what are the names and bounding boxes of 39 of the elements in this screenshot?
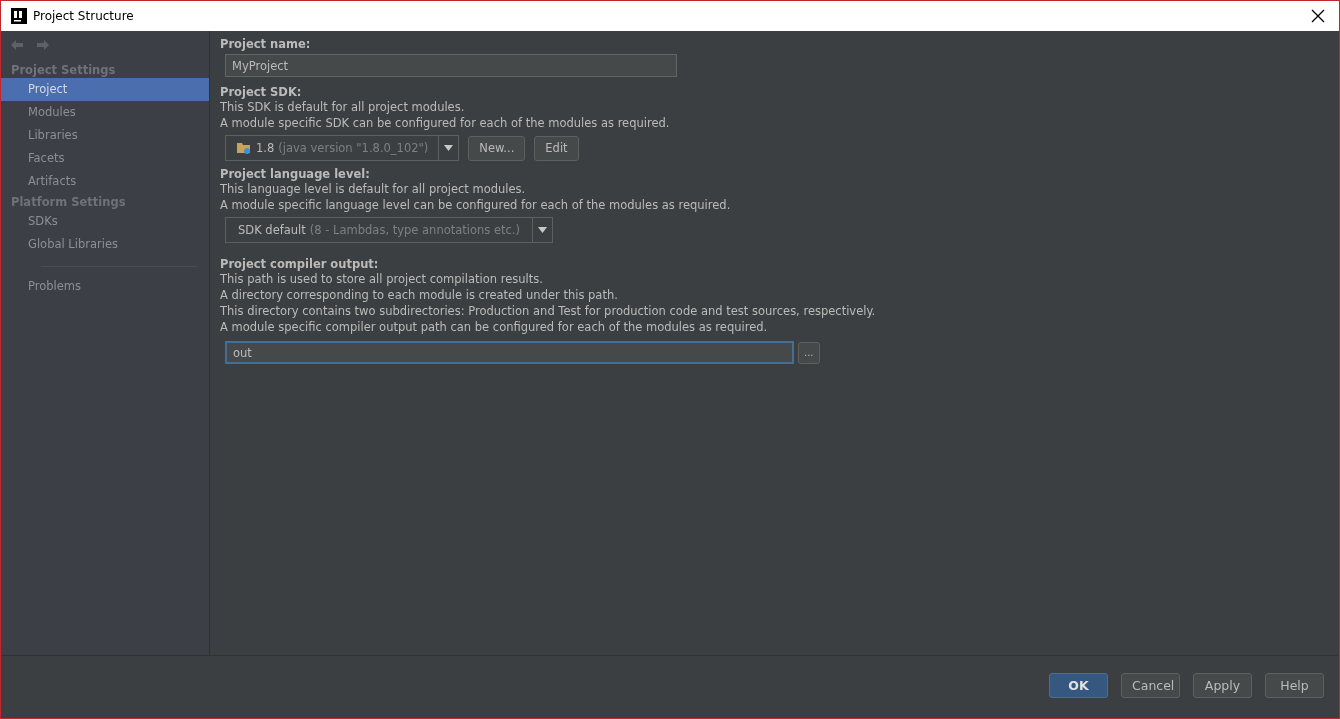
description-text: This SDK is default for all project modules. (220, 99, 466, 115)
field-label: Project name: (220, 37, 312, 51)
field-label: Project compiler output: (220, 257, 380, 271)
dialog-button[interactable]: Apply (1193, 672, 1252, 698)
sidebar-item[interactable]: Facets (1, 147, 209, 170)
sdk-dropdown[interactable]: 1.8 (java version "1.8.0_102") (225, 135, 460, 161)
dropdown-arrow-icon (538, 227, 547, 233)
description-text: This directory contains two subdirectories: Production and Test for production code and test sources, respectively. (220, 303, 877, 319)
description-text: A directory corresponding to each module is created under this path. (220, 287, 619, 303)
sidebar-item[interactable]: Project (1, 78, 209, 101)
close-icon[interactable] (1311, 9, 1325, 23)
sidebar-item[interactable]: Artifacts (1, 170, 209, 193)
browse-button[interactable]: ... (798, 341, 820, 364)
dialog-button[interactable]: Help (1265, 672, 1324, 698)
sdk-button[interactable]: New... (468, 135, 526, 161)
description-text: This path is used to store all project compilation results. (220, 271, 544, 287)
dropdown-arrow-icon (444, 145, 454, 151)
dialog-button[interactable]: OK (1049, 672, 1108, 698)
app-logo-icon (11, 8, 27, 24)
language-level-dropdown[interactable]: SDK default (8 - Lambdas, type annotations etc.) (225, 217, 553, 243)
sidebar-item[interactable]: Libraries (1, 124, 209, 147)
folder-icon (236, 141, 252, 155)
sdk-button[interactable]: Edit (534, 135, 579, 161)
window-title: Project Structure (33, 9, 135, 23)
description-text: A module specific language level can be configured for each of the modules as required. (220, 197, 732, 213)
sidebar-item[interactable]: Global Libraries (1, 233, 209, 256)
project-name-field[interactable]: MyProject (225, 54, 677, 77)
compiler-output-field[interactable]: out (225, 341, 794, 364)
dialog-button[interactable]: Cancel (1121, 672, 1180, 698)
field-label: Project SDK: (220, 85, 303, 99)
description-text: A module specific compiler output path can be configured for each of the modules as required. (220, 319, 769, 335)
sidebar-item[interactable]: Problems (1, 275, 209, 298)
forward-arrow-icon[interactable] (36, 39, 50, 51)
sidebar-item[interactable]: Modules (1, 101, 209, 124)
field-label: Project language level: (220, 167, 371, 181)
description-text: This language level is default for all project modules. (220, 181, 527, 197)
description-text: A module specific SDK can be configured for each of the modules as required. (220, 115, 671, 131)
back-arrow-icon[interactable] (10, 39, 24, 51)
sidebar-item[interactable]: SDKs (1, 210, 209, 233)
